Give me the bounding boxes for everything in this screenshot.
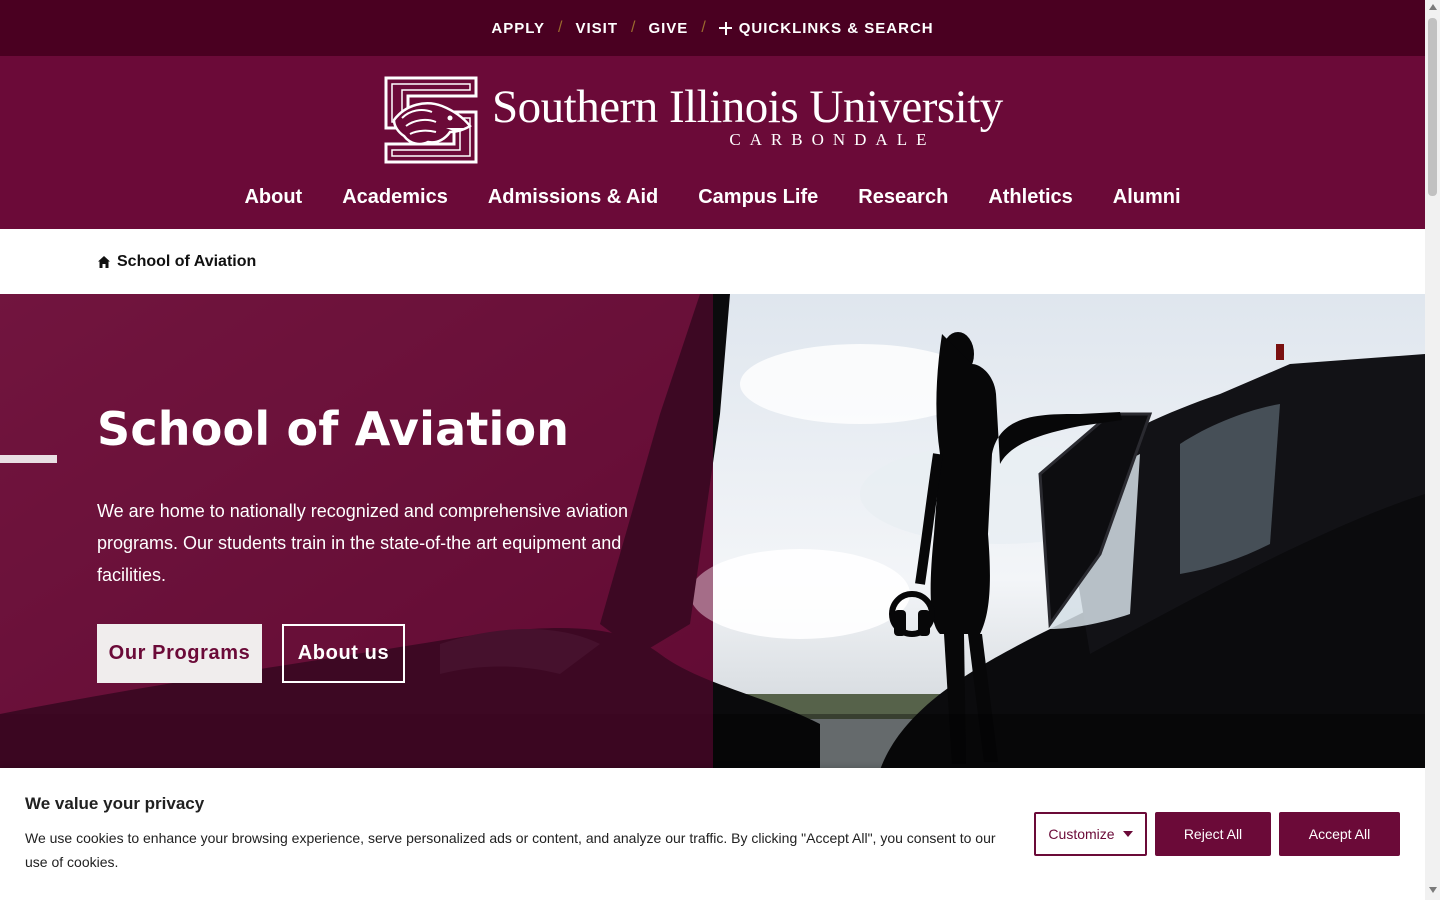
quicklinks-label: QUICKLINKS & SEARCH [738, 19, 934, 37]
accept-all-button[interactable]: Accept All [1279, 812, 1400, 856]
main-nav: About Academics Admissions & Aid Campus … [0, 186, 1425, 209]
apply-link[interactable]: APPLY [491, 20, 545, 37]
nav-item-alumni[interactable]: Alumni [1113, 186, 1181, 209]
utility-bar: APPLY / VISIT / GIVE / QUICKLINKS & SEAR… [0, 0, 1425, 56]
hero: School of Aviation We are home to nation… [0, 294, 1425, 770]
hero-description: We are home to nationally recognized and… [97, 501, 628, 585]
quicklinks-search-button[interactable]: QUICKLINKS & SEARCH [718, 19, 934, 37]
scroll-up-arrow-icon[interactable] [1428, 4, 1437, 10]
utility-separator: / [631, 19, 636, 36]
nav-item-research[interactable]: Research [858, 186, 948, 209]
cookie-description: We use cookies to enhance your browsing … [25, 830, 996, 870]
utility-separator: / [558, 19, 563, 36]
utility-separator: / [701, 19, 706, 36]
nav-item-admissions-aid[interactable]: Admissions & Aid [488, 186, 658, 209]
site-header: Southern Illinois University CARBONDALE … [0, 56, 1425, 229]
our-programs-button[interactable]: Our Programs [97, 624, 262, 683]
page: APPLY / VISIT / GIVE / QUICKLINKS & SEAR… [0, 0, 1425, 900]
nav-item-campus-life[interactable]: Campus Life [698, 186, 818, 209]
customize-button[interactable]: Customize [1034, 812, 1147, 856]
cookie-title: We value your privacy [25, 794, 205, 813]
caret-down-icon [1122, 831, 1133, 837]
customize-label: Customize [1048, 826, 1115, 842]
breadcrumb-current[interactable]: School of Aviation [117, 253, 256, 271]
cookie-consent-banner: We value your privacy We use cookies to … [0, 768, 1425, 900]
scroll-down-arrow-icon[interactable] [1428, 887, 1437, 893]
nav-item-athletics[interactable]: Athletics [988, 186, 1072, 209]
about-us-button[interactable]: About us [282, 624, 405, 683]
visit-link[interactable]: VISIT [575, 20, 618, 37]
give-link[interactable]: GIVE [648, 20, 688, 37]
hero-accent-bar [0, 455, 57, 463]
plus-icon [718, 21, 732, 35]
vertical-scrollbar[interactable] [1425, 0, 1440, 900]
university-name: Southern Illinois University [492, 81, 1003, 133]
reject-all-button[interactable]: Reject All [1155, 812, 1271, 856]
home-icon[interactable] [97, 255, 111, 269]
hero-title: School of Aviation [97, 402, 570, 456]
saluki-logo-icon [384, 76, 478, 164]
nav-item-academics[interactable]: Academics [342, 186, 448, 209]
breadcrumb: School of Aviation [97, 250, 256, 274]
nav-item-about[interactable]: About [244, 186, 302, 209]
scrollbar-thumb[interactable] [1428, 18, 1437, 196]
university-logo[interactable]: Southern Illinois University CARBONDALE [380, 74, 1050, 166]
